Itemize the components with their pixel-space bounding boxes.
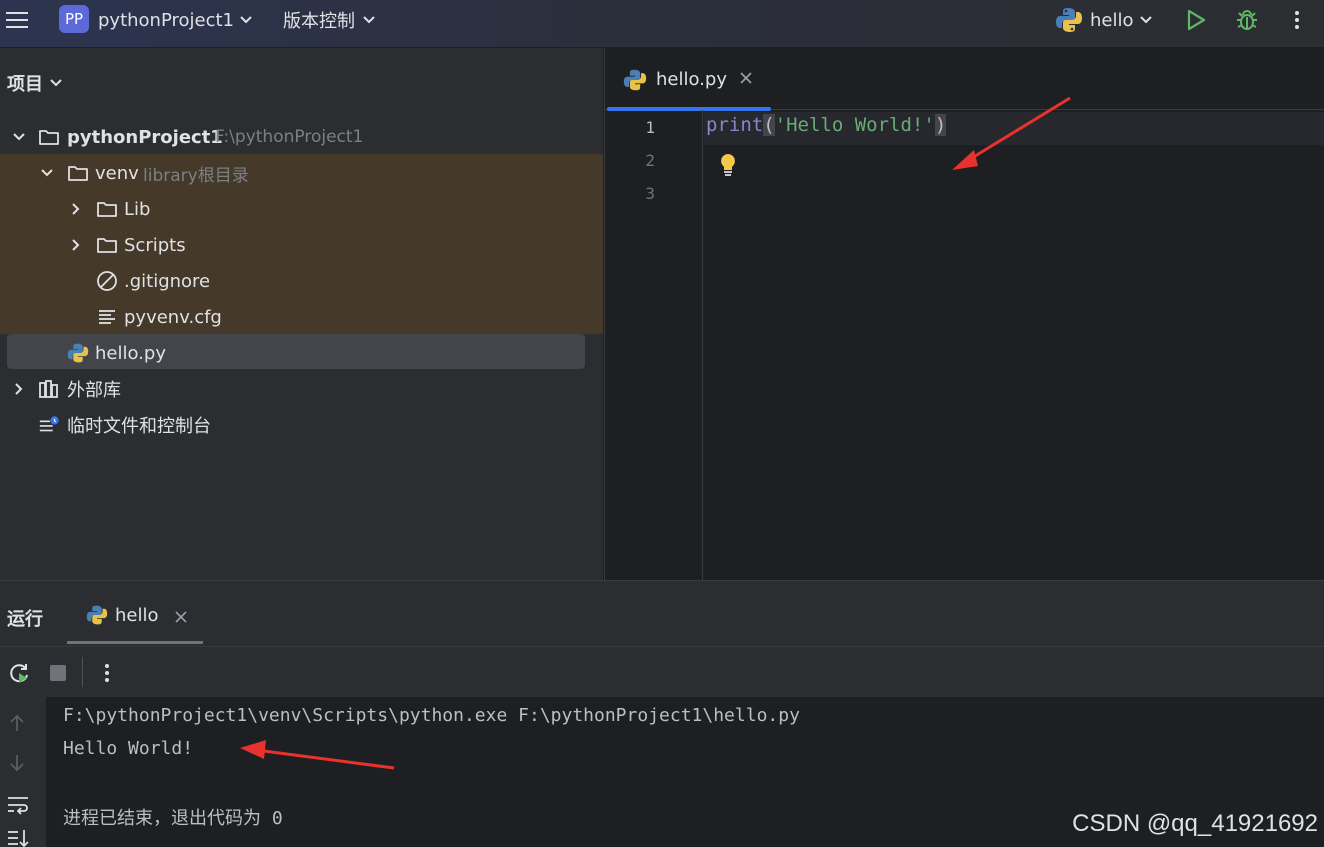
tree-item-label: .gitignore — [124, 270, 211, 292]
more-options-icon[interactable] — [1291, 0, 1303, 40]
chevron-down-icon[interactable] — [239, 0, 253, 40]
tree-item-label: 外部库 — [67, 380, 121, 401]
code-paren: ( — [763, 114, 775, 136]
run-panel: 运行 hello F:\pythonProject1\venv\Scripts\… — [0, 580, 1324, 847]
code-line[interactable]: print('Hello World!') — [706, 114, 947, 136]
library-icon — [38, 378, 60, 400]
code-paren: ) — [934, 114, 947, 136]
scratch-icon — [38, 414, 60, 436]
chevron-down-icon[interactable] — [1139, 0, 1153, 40]
chevron-right-icon[interactable] — [68, 201, 84, 217]
tree-item-pyvenv-cfg[interactable]: pyvenv.cfg — [0, 299, 603, 335]
tree-item-label: Lib — [124, 198, 151, 220]
chevron-down-icon[interactable] — [11, 129, 27, 145]
folder-icon — [96, 234, 118, 256]
chevron-down-icon[interactable] — [362, 0, 376, 40]
active-tab-indicator — [67, 641, 203, 644]
code-string: 'Hello World!' — [774, 114, 935, 136]
run-panel-title: 运行 — [7, 609, 43, 630]
run-icon[interactable] — [1185, 0, 1207, 40]
arrow-down-icon[interactable] — [9, 753, 25, 777]
project-badge[interactable]: PP — [59, 5, 89, 33]
project-panel: 项目 pythonProject1 F:\pythonProject1 venv… — [0, 48, 603, 580]
tree-item-scratches[interactable]: 临时文件和控制台 — [0, 407, 603, 443]
lightbulb-icon[interactable] — [718, 152, 738, 182]
editor: hello.py 1 2 3 print('Hello World!') — [604, 48, 1324, 580]
tree-item-gitignore[interactable]: .gitignore — [0, 263, 603, 299]
console-line-output: Hello World! — [63, 738, 194, 759]
python-file-icon — [623, 68, 647, 96]
scroll-to-end-icon[interactable] — [6, 828, 30, 847]
watermark: CSDN @qq_41921692 — [1072, 810, 1318, 837]
soft-wrap-icon[interactable] — [6, 794, 30, 820]
toolbar-divider — [82, 657, 83, 687]
tree-item-scripts[interactable]: Scripts — [0, 227, 603, 263]
close-icon[interactable] — [739, 70, 753, 89]
console-toolbar — [0, 697, 46, 847]
more-options-icon[interactable] — [101, 661, 113, 689]
tree-item-lib[interactable]: Lib — [0, 191, 603, 227]
line-number: 2 — [645, 151, 655, 170]
tree-item-label: hello.py — [95, 342, 166, 364]
tree-item-hello-py[interactable]: hello.py — [0, 335, 603, 371]
stop-icon[interactable] — [49, 664, 67, 686]
folder-icon — [96, 198, 118, 220]
line-number: 3 — [645, 184, 655, 203]
project-name[interactable]: pythonProject1 — [98, 0, 234, 40]
console-line-command: F:\pythonProject1\venv\Scripts\python.ex… — [63, 705, 800, 726]
debug-icon[interactable] — [1234, 0, 1260, 40]
tree-item-label: Scripts — [124, 234, 186, 256]
tab-label: hello — [115, 605, 159, 626]
title-bar: PP pythonProject1 版本控制 hello — [0, 0, 1324, 48]
tree-item-label: 临时文件和控制台 — [67, 416, 211, 437]
tree-item-label: venv — [95, 162, 139, 184]
close-icon[interactable] — [174, 609, 188, 628]
tree-item-label: pyvenv.cfg — [124, 306, 222, 328]
line-number-gutter: 1 2 3 — [605, 110, 703, 580]
tree-item-external-libraries[interactable]: 外部库 — [0, 371, 603, 407]
chevron-down-icon[interactable] — [39, 165, 55, 181]
chevron-right-icon[interactable] — [68, 237, 84, 253]
tree-item-pythonproject1[interactable]: pythonProject1 F:\pythonProject1 — [0, 119, 603, 155]
tab-hello-py[interactable]: hello.py — [605, 48, 771, 111]
tab-label: hello.py — [656, 69, 727, 90]
tree-item-venv[interactable]: venv library根目录 — [0, 155, 603, 191]
arrow-up-icon[interactable] — [9, 713, 25, 737]
folder-icon — [67, 162, 89, 184]
rerun-icon[interactable] — [7, 661, 31, 689]
tree-item-hint: library根目录 — [143, 165, 249, 186]
tree-item-label: pythonProject1 — [67, 126, 223, 148]
main-menu-icon[interactable] — [4, 0, 30, 40]
run-config-name[interactable]: hello — [1090, 0, 1134, 40]
python-file-icon — [67, 342, 89, 364]
run-toolbar — [0, 646, 1324, 698]
code-function: print — [706, 114, 764, 136]
vcs-menu[interactable]: 版本控制 — [283, 0, 355, 40]
python-icon — [86, 604, 108, 630]
editor-tab-bar: hello.py — [605, 48, 1324, 111]
panel-title: 项目 — [7, 74, 43, 95]
console-line-exit: 进程已结束，退出代码为 0 — [63, 808, 283, 829]
chevron-right-icon[interactable] — [11, 381, 27, 397]
folder-icon — [38, 126, 60, 148]
tree-item-hint: F:\pythonProject1 — [215, 127, 364, 147]
tab-run-hello[interactable]: hello — [67, 591, 203, 644]
line-number: 1 — [645, 118, 655, 137]
chevron-down-icon — [50, 79, 62, 87]
project-panel-header[interactable]: 项目 — [7, 70, 63, 96]
ignored-file-icon — [96, 270, 118, 292]
text-file-icon — [96, 306, 118, 328]
python-icon — [1055, 0, 1083, 40]
